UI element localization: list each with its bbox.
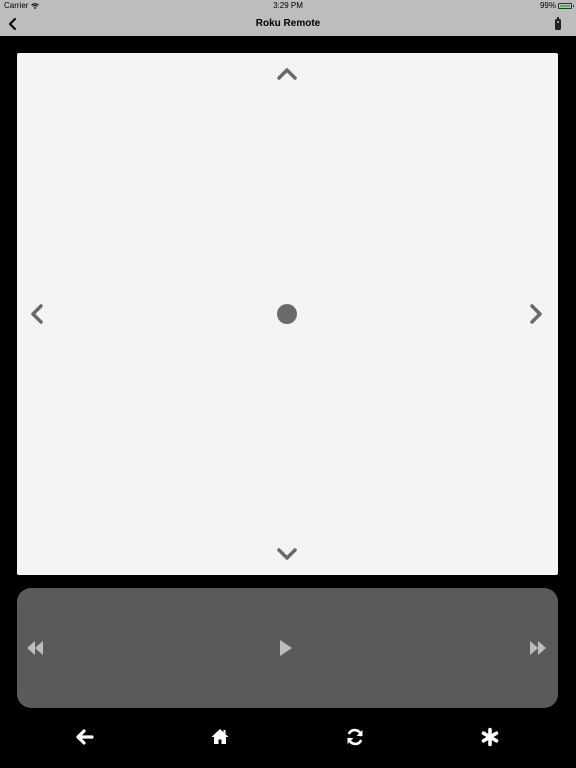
rewind-icon — [27, 641, 43, 655]
play-pause-button[interactable] — [279, 639, 293, 657]
dpad-panel — [17, 53, 558, 575]
dpad-right-button[interactable] — [528, 302, 544, 326]
rewind-button[interactable] — [26, 640, 44, 656]
battery-group: 99% — [539, 0, 574, 12]
bottom-toolbar — [0, 720, 576, 754]
chevron-down-icon — [277, 548, 297, 560]
asterisk-icon — [481, 727, 499, 747]
device-button[interactable] — [554, 17, 562, 31]
remote-icon — [555, 17, 561, 30]
status-bar: Carrier 3:29 PM 99% — [0, 0, 576, 12]
battery-percent: 99% — [539, 1, 556, 10]
battery-level — [560, 5, 570, 7]
dpad-up-button[interactable] — [275, 65, 299, 81]
chevron-up-icon — [277, 68, 297, 80]
options-button[interactable] — [480, 727, 500, 747]
dpad-select-button[interactable] — [277, 304, 297, 324]
status-time: 3:29 PM — [273, 1, 303, 10]
nav-bar: Roku Remote — [0, 12, 576, 36]
home-icon — [211, 729, 229, 744]
dpad-left-button[interactable] — [29, 302, 45, 326]
chevron-left-icon — [31, 304, 43, 324]
media-controls-panel — [17, 588, 558, 708]
fast-forward-icon — [530, 641, 546, 655]
dpad-down-button[interactable] — [275, 547, 299, 563]
arrow-left-icon — [76, 729, 94, 745]
home-button[interactable] — [210, 727, 230, 747]
instant-replay-button[interactable] — [345, 727, 365, 747]
refresh-icon — [347, 728, 363, 746]
roku-back-button[interactable] — [75, 727, 95, 747]
battery-icon — [558, 3, 574, 9]
page-title: Roku Remote — [255, 18, 321, 29]
chevron-right-icon — [530, 304, 542, 324]
play-icon — [280, 640, 292, 656]
fast-forward-button[interactable] — [529, 640, 547, 656]
